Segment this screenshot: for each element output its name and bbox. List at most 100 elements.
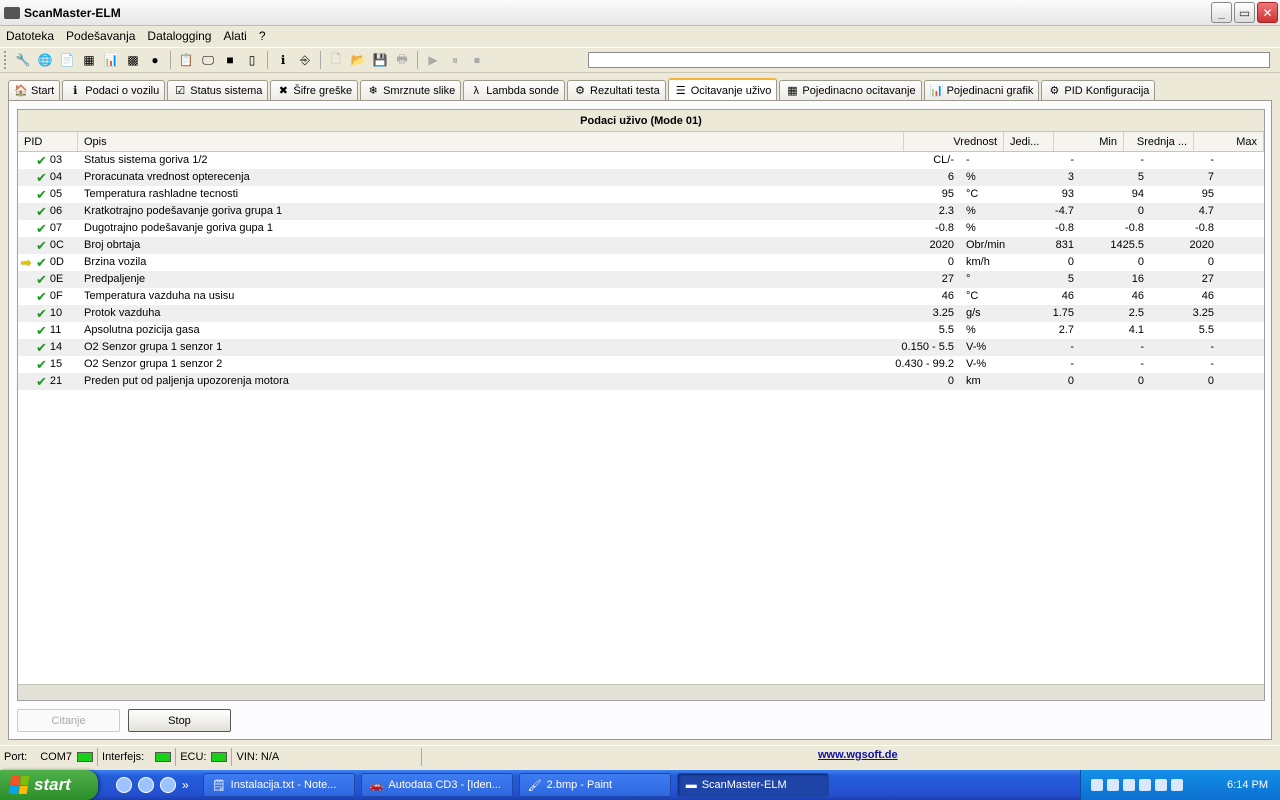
col-min[interactable]: Min xyxy=(1054,132,1124,151)
play-icon[interactable]: ▶ xyxy=(424,51,442,69)
col-pid[interactable]: PID xyxy=(18,132,78,151)
website-link[interactable]: www.wgsoft.de xyxy=(818,749,898,761)
start-button[interactable]: start xyxy=(0,770,98,800)
new-file-icon[interactable]: 🗋 xyxy=(327,51,345,69)
maximize-button[interactable]: ▭ xyxy=(1234,2,1255,23)
quicklaunch-ie-icon[interactable] xyxy=(138,777,154,793)
monitor-icon[interactable]: 🖵 xyxy=(199,51,217,69)
desc-cell: O2 Senzor grupa 1 senzor 1 xyxy=(84,341,223,353)
pid-cell: ✔ 14 xyxy=(34,339,78,356)
ecu-label: ECU: xyxy=(180,750,207,763)
table-row[interactable]: ✔ 0C Broj obrtaja 2020 Obr/min 831 1425.5 2020 xyxy=(18,237,1264,254)
unit-cell: Obr/min xyxy=(966,239,1006,251)
task-notepad[interactable]: 🗒 Instalacija.txt - Note... xyxy=(202,773,355,797)
pid-value: 05 xyxy=(49,188,63,200)
report-icon[interactable]: 📄 xyxy=(58,51,76,69)
traffic-light-icon[interactable]: ● xyxy=(146,51,164,69)
col-srednja[interactable]: Srednja ... xyxy=(1124,132,1194,151)
save-icon[interactable]: 💾 xyxy=(371,51,389,69)
battery-icon[interactable]: ▯ xyxy=(243,51,261,69)
tab-lambda-sonde[interactable]: λ Lambda sonde xyxy=(463,80,565,100)
tab-pid-konfiguracija[interactable]: ⚙ PID Konfiguracija xyxy=(1041,80,1156,100)
tray-security-icon[interactable] xyxy=(1107,779,1119,791)
col-vrednost[interactable]: Vrednost xyxy=(904,132,1004,151)
info-icon[interactable]: ℹ xyxy=(274,51,292,69)
tab-status-sistema[interactable]: ☑ Status sistema xyxy=(167,80,269,100)
exit-icon[interactable]: ⎆ xyxy=(296,51,314,69)
table-row[interactable]: ✔ 14 O2 Senzor grupa 1 senzor 1 0.150 - 5.5… xyxy=(18,339,1264,356)
tab-rezultati-testa[interactable]: ⚙ Rezultati testa xyxy=(567,80,666,100)
connect-icon[interactable]: 🔧 xyxy=(14,51,32,69)
tab-smrznute-slike[interactable]: ❄ Smrznute slike xyxy=(360,80,462,100)
tab-start[interactable]: 🏠 Start xyxy=(8,80,61,100)
table-row[interactable]: ✔ 0E Predpaljenje 27 ° 5 16 27 xyxy=(18,271,1264,288)
min-cell: -4.7 xyxy=(1055,205,1074,217)
table-row[interactable]: ✔ 04 Proracunata vrednost opterecenja 6% 3 5 7 xyxy=(18,169,1264,186)
menu-datalogging[interactable]: Datalogging xyxy=(141,29,217,43)
tray-app-icon[interactable] xyxy=(1123,779,1135,791)
title-bar: ScanMaster-ELM _ ▭ ✕ xyxy=(0,0,1280,26)
pid-value: 0E xyxy=(49,273,64,285)
table-row[interactable]: ✔ 05 Temperatura rashladne tecnosti 95 °C 93 9… xyxy=(18,186,1264,203)
check-icon: ✔ xyxy=(36,221,47,236)
interface-label: Interfejs: xyxy=(102,750,145,763)
task-paint[interactable]: 🖌 2.bmp - Paint xyxy=(518,773,671,797)
menu-alati[interactable]: Alati xyxy=(217,29,252,43)
close-button[interactable]: ✕ xyxy=(1257,2,1278,23)
pid-cell: ✔ 0C xyxy=(34,237,78,254)
tab-pojedinacni-grafik[interactable]: 📊 Pojedinacni grafik xyxy=(923,80,1040,100)
stop-button[interactable]: Stop xyxy=(128,709,231,732)
clipboard-icon[interactable]: 📋 xyxy=(177,51,195,69)
check-icon: ✔ xyxy=(36,238,47,253)
status-ecu: ECU: xyxy=(176,747,233,766)
tray-update-icon[interactable] xyxy=(1139,779,1151,791)
task-scanmaster[interactable]: ▬ ScanMaster-ELM xyxy=(676,773,829,797)
terminal-icon[interactable]: ■ xyxy=(221,51,239,69)
tab--ifre-gre-ke[interactable]: ✖ Šifre greške xyxy=(270,80,359,100)
tray-network-icon[interactable] xyxy=(1091,779,1103,791)
checklist-icon: ☑ xyxy=(175,85,186,97)
quicklaunch-more-icon[interactable]: » xyxy=(182,778,189,792)
autodata-icon: 🚗 xyxy=(369,779,384,792)
read-button[interactable]: Citanje xyxy=(17,709,120,732)
col-jedinica[interactable]: Jedi... xyxy=(1004,132,1054,151)
min-cell: 1.75 xyxy=(1052,307,1074,319)
minimize-button[interactable]: _ xyxy=(1211,2,1232,23)
table-row[interactable]: ✔ 10 Protok vazduha 3.25 g/s 1.75 2.5 3.25 xyxy=(18,305,1264,322)
print-icon[interactable]: 🖶 xyxy=(393,51,411,69)
tab-label: Ocitavanje uživo xyxy=(690,84,772,97)
table-row[interactable]: ✔ 21 Preden put od paljenja upozorenja mot… xyxy=(18,373,1264,390)
tab-ocitavanje-u-ivo[interactable]: ☰ Ocitavanje uživo xyxy=(667,78,778,101)
pid-cell: ✔ 0D xyxy=(34,254,78,271)
check-icon: ✔ xyxy=(36,153,47,168)
open-icon[interactable]: 📂 xyxy=(349,51,367,69)
tray-volume-icon[interactable] xyxy=(1171,779,1183,791)
pause-icon[interactable]: ⏸ xyxy=(446,51,464,69)
stop-icon[interactable]: ⏹ xyxy=(468,51,486,69)
map-icon[interactable]: ▩ xyxy=(124,51,142,69)
col-opis[interactable]: Opis xyxy=(78,132,904,151)
table-row[interactable]: ✔ 03 Status sistema goriva 1/2 CL/- - - - - xyxy=(18,152,1264,169)
menu-datoteka[interactable]: Datoteka xyxy=(0,29,60,43)
table-row[interactable]: ✔ 11 Apsolutna pozicija gasa 5.5% 2.7 4.1 5.5 xyxy=(18,322,1264,339)
task-autodata[interactable]: 🚗 Autodata CD3 - [Iden... xyxy=(360,773,513,797)
table-row[interactable]: ➡ ✔ 0D Brzina vozila 0 km/h 0 0 0 xyxy=(18,254,1264,271)
tray-sync-icon[interactable] xyxy=(1155,779,1167,791)
table-row[interactable]: ✔ 07 Dugotrajno podešavanje goriva gupa 1 -… xyxy=(18,220,1264,237)
quicklaunch-chrome-icon[interactable] xyxy=(160,777,176,793)
col-max[interactable]: Max xyxy=(1194,132,1264,151)
table-row[interactable]: ✔ 06 Kratkotrajno podešavanje goriva grupa… xyxy=(18,203,1264,220)
desc-cell: Temperatura vazduha na usisu xyxy=(84,290,235,302)
table-icon[interactable]: ▦ xyxy=(80,51,98,69)
menu-podesavanja[interactable]: Podešavanja xyxy=(60,29,141,43)
table-row[interactable]: ✔ 15 O2 Senzor grupa 1 senzor 2 0.430 - 99.… xyxy=(18,356,1264,373)
quicklaunch-browser-icon[interactable] xyxy=(116,777,132,793)
port-led-icon xyxy=(77,751,94,762)
table-row[interactable]: ✔ 0F Temperatura vazduha na usisu 46 °C 46 46 4… xyxy=(18,288,1264,305)
tab-podaci-o-vozilu[interactable]: ℹ Podaci o vozilu xyxy=(62,80,166,100)
chart-icon[interactable]: 📊 xyxy=(102,51,120,69)
tab-pojedinacno-ocitavanje[interactable]: ▦ Pojedinacno ocitavanje xyxy=(779,80,922,100)
menu-help[interactable]: ? xyxy=(253,29,272,43)
live-data-grid: Podaci uživo (Mode 01) PID Opis Vrednost… xyxy=(17,109,1265,701)
globe-icon[interactable]: 🌐 xyxy=(36,51,54,69)
